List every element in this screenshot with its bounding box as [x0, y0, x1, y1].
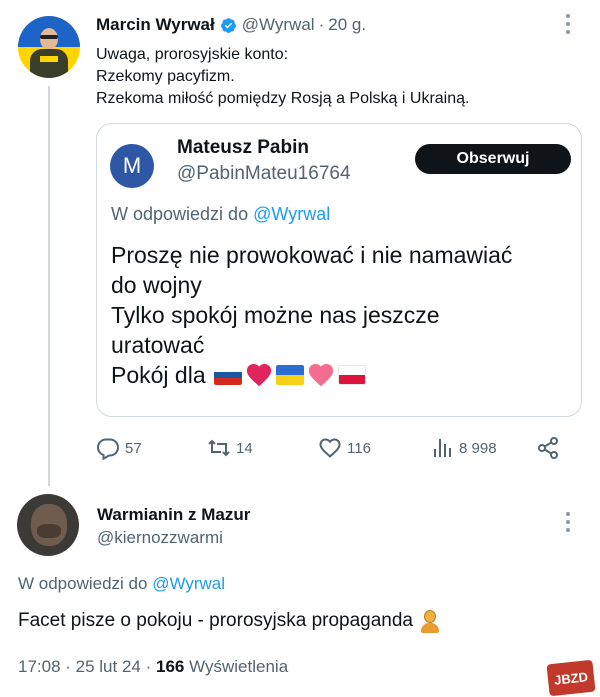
retweet-icon: [208, 439, 230, 457]
quoted-tweet-card[interactable]: M Mateusz Pabin @PabinMateu16764 Obserwu…: [96, 123, 582, 417]
tweet-text-line: Rzekoma miłość pomiędzy Rosją a Polską i…: [96, 90, 470, 107]
like-count: 116: [347, 439, 371, 457]
reply-mention-link[interactable]: @Wyrwal: [152, 574, 225, 593]
author-handle[interactable]: @Wyrwal: [242, 15, 315, 35]
ukraine-flag-icon: [275, 365, 304, 385]
quoted-reply-context: W odpowiedzi do @Wyrwal: [111, 204, 330, 225]
reply-tweet-meta: 17:08 · 25 lut 24 · 166 Wyświetlenia: [18, 657, 288, 677]
tweet-text-line: Uwaga, prorosyjskie konto:: [96, 46, 289, 63]
reply-prefix: W odpowiedzi do: [111, 204, 249, 224]
tweet-header: Marcin Wyrwał @Wyrwal · 20 g.: [96, 14, 366, 36]
quoted-author-handle[interactable]: @PabinMateu16764: [177, 163, 351, 185]
verified-badge-icon: [220, 17, 236, 33]
quoted-text-line: Tylko spokój możne nas jeszcze: [111, 302, 440, 328]
reply-mention-link[interactable]: @Wyrwal: [253, 204, 330, 224]
reply-count: 57: [125, 439, 142, 457]
reply-icon: [96, 438, 120, 460]
more-options-icon[interactable]: [565, 14, 571, 34]
quoted-author-name[interactable]: Mateusz Pabin: [177, 137, 309, 159]
reply-author-avatar[interactable]: [17, 494, 79, 556]
tweet-text-line: Rzekomy pacyfizm.: [96, 68, 235, 85]
retweet-count: 14: [236, 439, 253, 457]
avatar[interactable]: [18, 16, 80, 78]
author-name[interactable]: Marcin Wyrwał: [96, 15, 215, 35]
quoted-text-line: Pokój dla: [111, 362, 206, 388]
reply-tweet-time[interactable]: 17:08 · 25 lut 24 ·: [18, 657, 151, 676]
share-icon: [538, 437, 558, 459]
quoted-text-line: Proszę nie prowokować i nie namawiać: [111, 242, 513, 268]
heart-icon: [319, 438, 341, 458]
follow-button[interactable]: Obserwuj: [415, 144, 571, 174]
watermark-logo: JBZD: [546, 659, 596, 697]
reply-context: W odpowiedzi do @Wyrwal: [18, 574, 225, 594]
views-chart-icon: [434, 439, 451, 457]
pink-heart-icon: [308, 364, 333, 387]
retweet-action[interactable]: 14: [207, 434, 253, 462]
reply-action[interactable]: 57: [96, 434, 142, 462]
red-heart-icon: [246, 364, 271, 387]
reply-author-name[interactable]: Warmianin z Mazur: [97, 505, 250, 525]
like-action[interactable]: 116: [318, 434, 371, 462]
quoted-tweet-text: Proszę nie prowokować i nie namawiać do …: [111, 240, 512, 390]
russia-flag-icon: [213, 365, 242, 385]
quoted-text-line: uratować: [111, 332, 205, 358]
thread-connector-line: [48, 86, 50, 486]
reply-tweet-text: Facet pisze o pokoju - prorosyjska propa…: [18, 609, 441, 633]
tweet-time[interactable]: 20 g.: [328, 15, 366, 35]
reply-author-handle[interactable]: @kiernozzwarmi: [97, 528, 223, 548]
tweet-text: Uwaga, prorosyjskie konto: Rzekomy pacyf…: [96, 44, 469, 110]
reply-views-count: 166: [156, 657, 185, 676]
share-action[interactable]: [536, 434, 565, 462]
reply-text: Facet pisze o pokoju - prorosyjska propa…: [18, 610, 414, 631]
quoted-text-last-line: Pokój dla: [111, 360, 512, 390]
views-action[interactable]: 8 998: [430, 434, 497, 462]
poland-flag-icon: [337, 365, 366, 385]
reply-views-label: Wyświetlenia: [189, 657, 289, 676]
more-options-icon[interactable]: [565, 512, 571, 532]
person-pouting-emoji-icon: [419, 609, 441, 633]
views-count: 8 998: [459, 439, 497, 457]
tweet-actions-bar: 57 14 116 8 998: [96, 434, 582, 462]
quoted-text-line: do wojny: [111, 272, 202, 298]
quoted-avatar[interactable]: M: [110, 144, 154, 188]
separator-dot: ·: [318, 15, 325, 34]
reply-prefix: W odpowiedzi do: [18, 574, 148, 593]
